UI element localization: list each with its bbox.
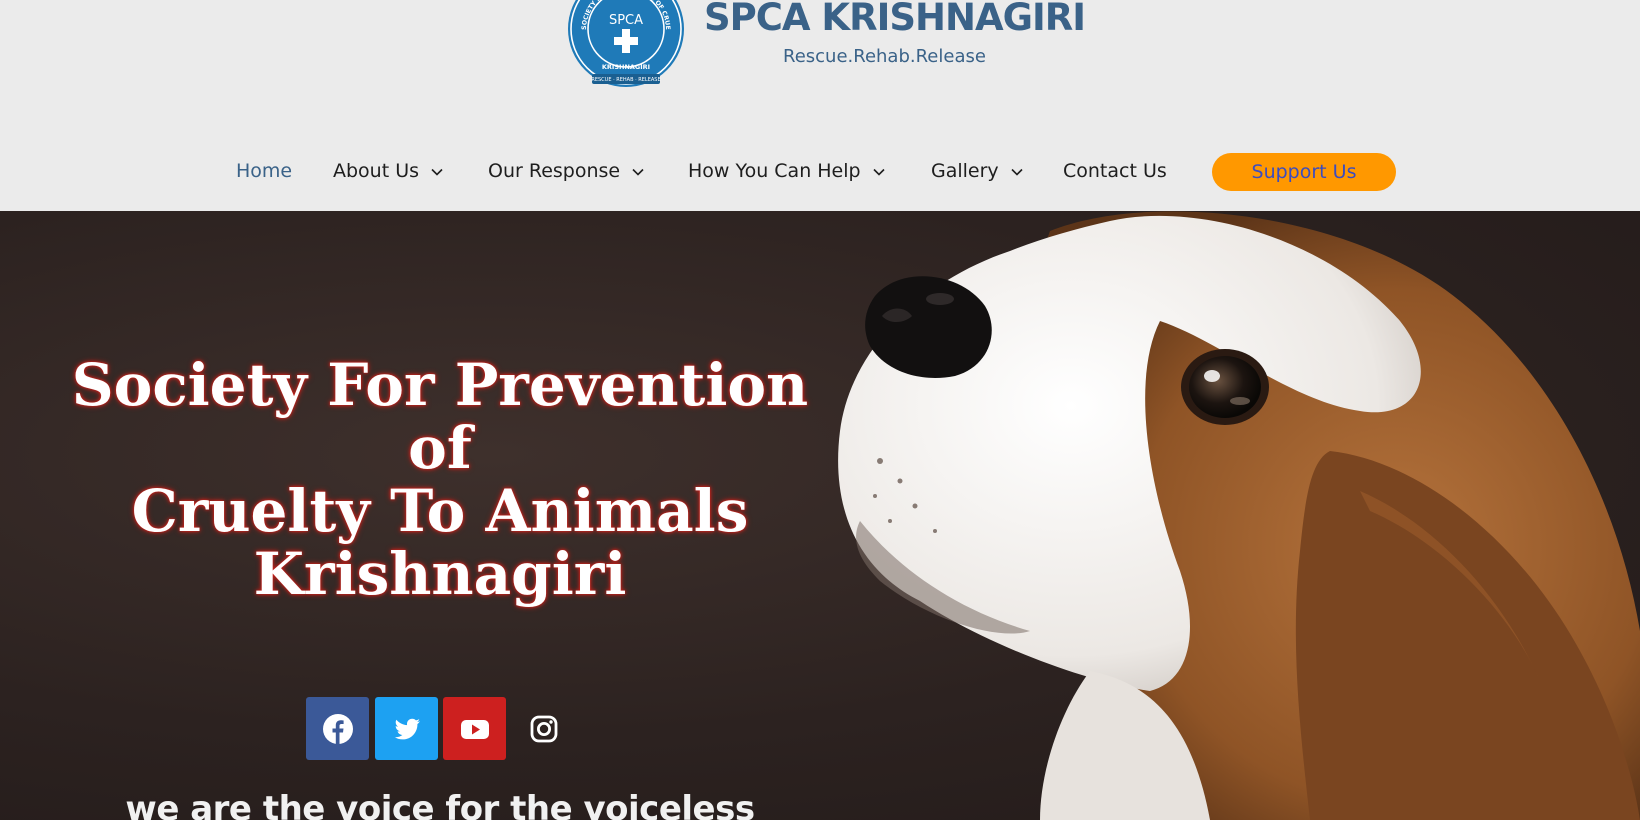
- hero-title-line: Krishnagiri: [253, 539, 627, 608]
- twitter-icon: [394, 718, 420, 739]
- site-title[interactable]: SPCA KRISHNAGIRI: [704, 0, 1086, 39]
- nav-item-about-us[interactable]: About Us: [333, 151, 445, 191]
- chevron-down-icon: [873, 168, 885, 176]
- site-header: SOCIETY FOR PREVENTION OF CRUELTY TO ANI…: [0, 0, 1640, 211]
- nav-item-label: How You Can Help: [688, 160, 861, 182]
- support-us-button[interactable]: Support Us: [1212, 153, 1396, 191]
- chevron-down-icon: [1011, 168, 1023, 176]
- hero-title-line: Society For Prevention of: [71, 350, 809, 482]
- hero-motto: we are the voice for the voiceless: [125, 789, 755, 820]
- nav-item-label: Gallery: [931, 160, 999, 182]
- main-navigation: Home About Us Our Response How You Can H…: [0, 151, 1640, 191]
- chevron-down-icon: [431, 168, 443, 176]
- nav-item-label: Home: [236, 160, 293, 182]
- logo-ribbon-text: RESCUE · REHAB · RELEASE: [591, 77, 660, 83]
- hero-title: Society For Prevention of Cruelty To Ani…: [40, 350, 840, 608]
- logo-center-text: SPCA: [609, 13, 643, 28]
- facebook-icon: [322, 713, 353, 744]
- instagram-button[interactable]: [512, 697, 575, 760]
- hero-title-line: Cruelty To Animals: [131, 476, 749, 545]
- logo-ring-bottom-text: KRISHNAGIRI: [602, 63, 650, 71]
- site-tagline: Rescue.Rehab.Release: [783, 46, 986, 67]
- nav-item-gallery[interactable]: Gallery: [931, 151, 1025, 191]
- hero-banner: Society For Prevention of Cruelty To Ani…: [0, 211, 1640, 820]
- youtube-icon: [460, 719, 489, 739]
- instagram-icon: [530, 715, 557, 742]
- chevron-down-icon: [632, 168, 644, 176]
- nav-item-how-you-can-help[interactable]: How You Can Help: [688, 151, 887, 191]
- nav-item-label: Our Response: [488, 160, 621, 182]
- twitter-button[interactable]: [375, 697, 438, 760]
- spca-logo[interactable]: SOCIETY FOR PREVENTION OF CRUELTY TO ANI…: [567, 0, 685, 90]
- youtube-button[interactable]: [443, 697, 506, 760]
- nav-item-home[interactable]: Home: [236, 151, 292, 191]
- nav-item-our-response[interactable]: Our Response: [488, 151, 646, 191]
- nav-item-label: Contact Us: [1063, 160, 1167, 182]
- nav-item-label: About Us: [333, 160, 420, 182]
- facebook-button[interactable]: [306, 697, 369, 760]
- nav-item-contact-us[interactable]: Contact Us: [1063, 151, 1167, 191]
